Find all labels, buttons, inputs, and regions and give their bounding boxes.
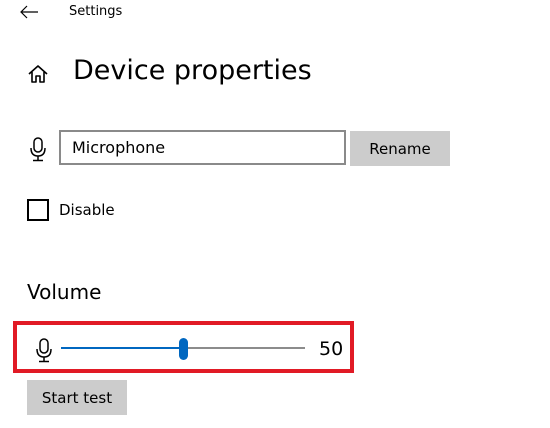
page-title: Device properties [73, 55, 312, 86]
disable-checkbox[interactable] [27, 199, 49, 221]
device-name-input[interactable] [59, 130, 346, 165]
disable-label: Disable [59, 201, 115, 219]
slider-thumb[interactable] [179, 338, 188, 360]
microphone-icon [28, 136, 48, 162]
back-arrow-icon[interactable] [18, 2, 40, 22]
rename-button[interactable]: Rename [350, 131, 450, 166]
microphone-icon [35, 337, 53, 363]
volume-heading: Volume [27, 280, 102, 304]
start-test-button[interactable]: Start test [27, 380, 127, 415]
volume-value: 50 [319, 338, 344, 360]
window-title: Settings [69, 4, 123, 19]
slider-fill [61, 347, 183, 349]
home-icon [26, 62, 50, 86]
volume-slider[interactable] [61, 338, 305, 360]
